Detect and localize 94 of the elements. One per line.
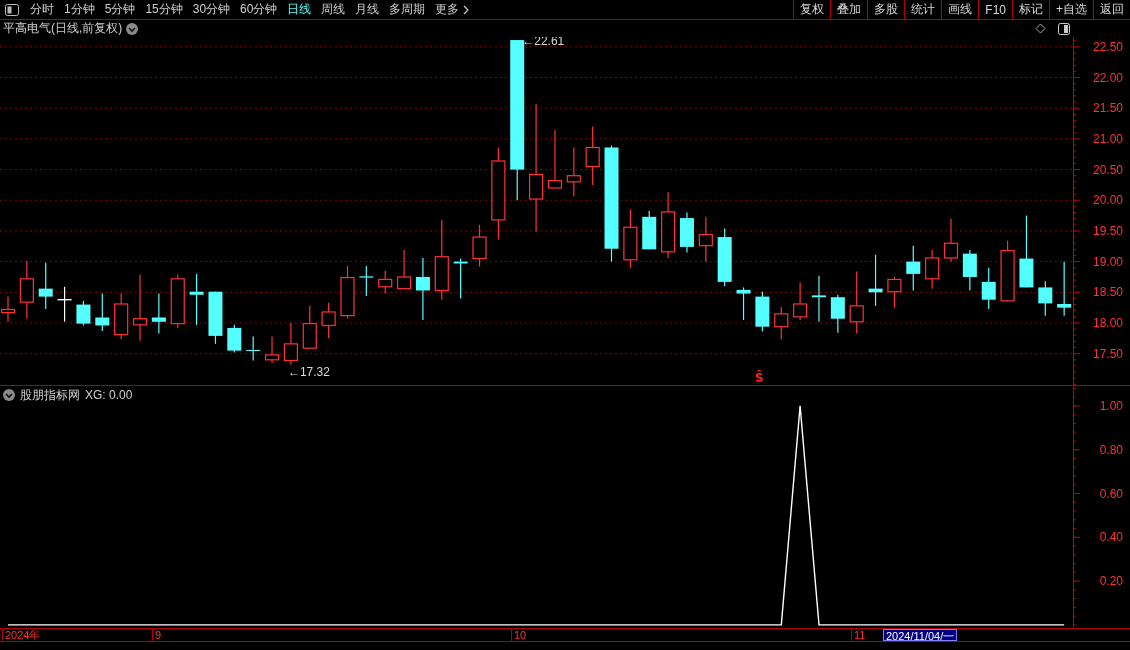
- axis-label: 22.00: [1092, 70, 1123, 85]
- chart-title: 平高电气(日线,前复权): [3, 20, 123, 37]
- period-tab[interactable]: 60分钟: [235, 1, 283, 18]
- candlestick: [151, 292, 166, 335]
- indicator-name: 股朋指标网: [20, 388, 80, 402]
- period-tab[interactable]: 日线: [282, 1, 317, 18]
- candlestick: [264, 335, 280, 364]
- candlestick: [1000, 240, 1015, 303]
- axis-label: 17.50: [1092, 346, 1123, 361]
- price-label: ←17.32: [287, 364, 330, 379]
- candlestick: [566, 146, 581, 198]
- candlestick: [698, 216, 713, 263]
- signal-marker: Ŝ: [755, 371, 764, 385]
- candlestick: [132, 273, 148, 342]
- candlestick: [925, 249, 940, 290]
- candlestick: [585, 126, 600, 186]
- candlestick: [943, 218, 959, 263]
- candlestick: [76, 300, 91, 327]
- candlestick: [321, 302, 336, 339]
- candlestick: [547, 129, 563, 189]
- axis-label: 18.50: [1092, 285, 1123, 300]
- axis-label: 0.60: [1099, 486, 1123, 501]
- chevron-right-icon: [463, 4, 471, 15]
- candlestick: [887, 276, 902, 309]
- chevron-down-icon[interactable]: [3, 389, 15, 401]
- axis-label: 18.00: [1092, 316, 1123, 330]
- axis-label: 20.00: [1092, 193, 1123, 208]
- axis-label: 0.80: [1099, 442, 1123, 457]
- candlestick: [962, 249, 977, 292]
- candlestick: [170, 273, 185, 329]
- date-label: 11: [851, 629, 866, 641]
- candlestick: [793, 281, 808, 321]
- diamond-icon[interactable]: [1035, 23, 1046, 34]
- cursor-date: 2024/11/04/一: [883, 629, 958, 641]
- axis-label: 22.50: [1092, 39, 1123, 54]
- axis-label: 19.00: [1092, 254, 1123, 269]
- axis-label: 1.00: [1099, 398, 1123, 413]
- period-tab[interactable]: 15分钟: [140, 1, 188, 18]
- period-tab[interactable]: 月线: [350, 1, 385, 18]
- panel-toggle-icon[interactable]: [1058, 22, 1070, 35]
- period-tab[interactable]: 1分钟: [59, 1, 100, 18]
- candlestick: [642, 210, 657, 250]
- period-tab[interactable]: 分时: [25, 1, 59, 18]
- candlestick: [56, 286, 73, 323]
- axis-label: 19.50: [1092, 223, 1123, 238]
- period-tab[interactable]: 30分钟: [187, 1, 236, 18]
- candlestick: [359, 265, 374, 297]
- candlestick: [717, 227, 732, 287]
- indicator-reading: XG: 0.00: [85, 388, 133, 402]
- candlestick: [868, 254, 883, 307]
- candlestick: [302, 305, 317, 350]
- candlestick: [19, 260, 34, 320]
- chevron-down-icon[interactable]: [126, 22, 139, 35]
- candlestick: [774, 306, 789, 341]
- axis-label: 0.40: [1099, 530, 1123, 545]
- axis-label: 21.00: [1092, 131, 1123, 146]
- candlestick: [981, 267, 996, 310]
- axis-label: 21.50: [1092, 101, 1123, 116]
- candlestick: [38, 262, 53, 310]
- candlestick: [849, 270, 864, 335]
- candlestick: [396, 249, 412, 290]
- candlestick: [755, 291, 770, 333]
- candlestick: [227, 324, 242, 354]
- candlestick: [283, 322, 298, 366]
- candlestick: [340, 265, 355, 320]
- candlestick: [95, 292, 110, 332]
- period-tab[interactable]: 5分钟: [99, 1, 141, 18]
- candlestick: [679, 211, 694, 254]
- candlestick: [906, 245, 921, 292]
- candlestick: [830, 294, 845, 334]
- candlestick: [415, 257, 430, 321]
- axis-label: 20.50: [1092, 162, 1123, 177]
- date-label: 10: [511, 629, 527, 641]
- candlestick: [1038, 280, 1053, 317]
- candlestick: [623, 208, 638, 269]
- candlestick: [453, 257, 468, 300]
- candlestick: [736, 286, 751, 321]
- candlestick: [661, 191, 676, 259]
- date-label: 9: [152, 629, 162, 641]
- candlestick: [378, 270, 393, 295]
- candlestick: [208, 291, 223, 345]
- axis-label: 0.20: [1099, 574, 1123, 589]
- candlestick: [189, 273, 204, 326]
- panel-toggle-icon[interactable]: [5, 3, 19, 16]
- date-label: 2024年: [2, 629, 41, 641]
- more-menu[interactable]: 更多: [430, 1, 476, 18]
- candlestick: [114, 292, 129, 340]
- candlestick: [1057, 261, 1072, 317]
- period-tab[interactable]: 多周期: [384, 1, 431, 18]
- candlestick: [812, 275, 826, 323]
- price-label: ←22.61: [522, 37, 565, 49]
- candlestick: [472, 224, 487, 268]
- period-tab[interactable]: 周线: [316, 1, 351, 18]
- candlestick: [246, 335, 261, 362]
